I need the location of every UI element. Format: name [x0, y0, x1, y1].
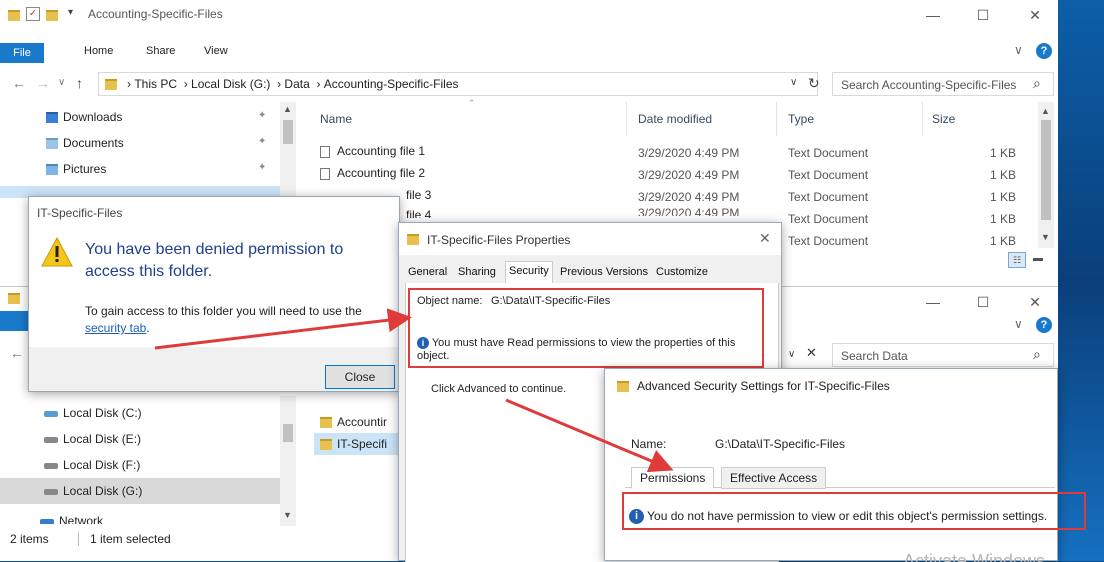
annotation-arrows — [154, 308, 674, 473]
annotation-arrow-to-permissions — [505, 398, 674, 473]
annotation-arrow-to-properties — [154, 308, 412, 350]
